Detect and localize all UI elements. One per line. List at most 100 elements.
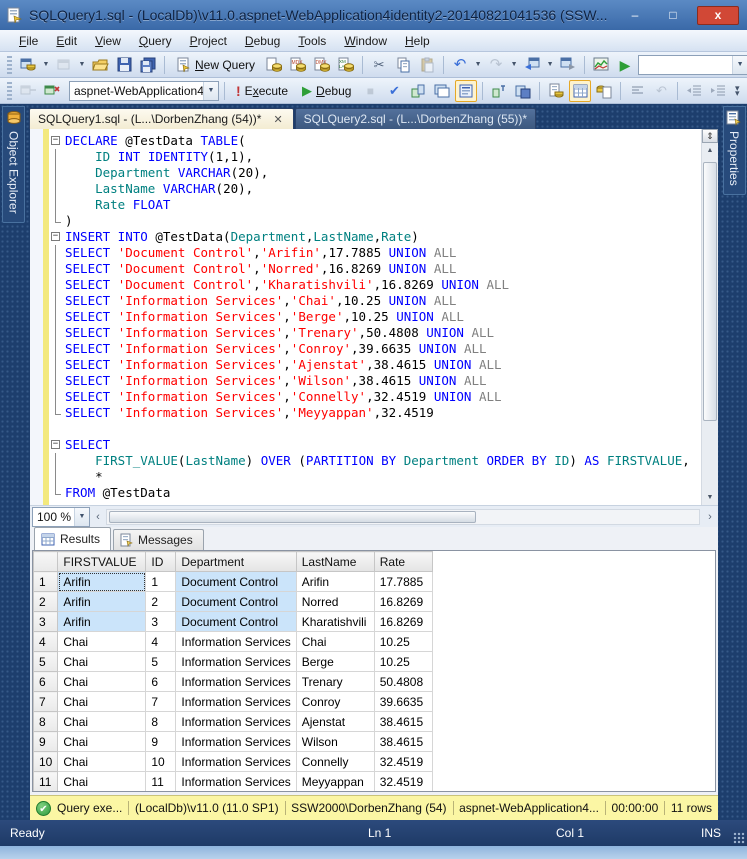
maximize-button[interactable]: □ — [659, 6, 687, 25]
minimize-button[interactable]: – — [621, 6, 649, 25]
table-cell[interactable]: 16.8269 — [374, 612, 432, 632]
table-cell[interactable]: Arifin — [58, 572, 146, 592]
menu-item-tools[interactable]: Tools — [289, 31, 335, 51]
table-cell[interactable]: Information Services — [176, 712, 296, 732]
fold-collapse-icon[interactable]: − — [49, 229, 65, 245]
results-to-grid-icon[interactable] — [569, 80, 591, 102]
row-number[interactable]: 8 — [34, 712, 58, 732]
table-cell[interactable]: 32.4519 — [374, 772, 432, 792]
include-client-statistics-icon[interactable] — [512, 80, 534, 102]
redo-dropdown-icon[interactable]: ▼ — [509, 54, 519, 76]
table-cell[interactable]: 10.25 — [374, 652, 432, 672]
menu-item-query[interactable]: Query — [130, 31, 181, 51]
table-cell[interactable]: Conroy — [296, 692, 374, 712]
menu-item-debug[interactable]: Debug — [236, 31, 289, 51]
table-cell[interactable]: Ajenstat — [296, 712, 374, 732]
table-cell[interactable]: 32.4519 — [374, 752, 432, 772]
table-cell[interactable]: Document Control — [176, 592, 296, 612]
find-combobox[interactable]: ▼ — [638, 55, 747, 75]
document-tab[interactable]: SQLQuery1.sql - (L...\DorbenZhang (54))*… — [29, 108, 294, 129]
properties-tab[interactable]: Properties — [723, 106, 746, 195]
table-cell[interactable]: Chai — [58, 692, 146, 712]
dmx-query-icon[interactable]: DMX — [311, 54, 333, 76]
scroll-up-icon[interactable]: ▲ — [702, 143, 718, 158]
menu-item-project[interactable]: Project — [181, 31, 236, 51]
table-cell[interactable]: 10.25 — [374, 632, 432, 652]
table-cell[interactable]: 50.4808 — [374, 672, 432, 692]
tab-results[interactable]: Results — [34, 527, 111, 550]
hscroll-right-icon[interactable]: › — [702, 509, 718, 525]
table-cell[interactable]: 2 — [146, 592, 176, 612]
row-number[interactable]: 7 — [34, 692, 58, 712]
fold-collapse-icon[interactable]: − — [49, 437, 65, 453]
column-header-department[interactable]: Department — [176, 552, 296, 572]
table-cell[interactable]: 3 — [146, 612, 176, 632]
table-cell[interactable]: 9 — [146, 732, 176, 752]
table-cell[interactable]: 38.4615 — [374, 732, 432, 752]
table-cell[interactable]: Chai — [58, 752, 146, 772]
redo-icon[interactable]: ↷ — [485, 54, 507, 76]
table-cell[interactable]: Arifin — [296, 572, 374, 592]
undo-dropdown-icon[interactable]: ▼ — [473, 54, 483, 76]
undo-icon[interactable]: ↶ — [449, 54, 471, 76]
column-header-rate[interactable]: Rate — [374, 552, 432, 572]
table-cell[interactable]: Chai — [58, 732, 146, 752]
navigate-forward-icon[interactable] — [557, 54, 579, 76]
menu-item-file[interactable]: File — [10, 31, 47, 51]
start-icon[interactable]: ▶ — [614, 54, 636, 76]
database-engine-query-icon[interactable] — [263, 54, 285, 76]
row-number[interactable]: 2 — [34, 592, 58, 612]
zoom-dropdown-icon[interactable]: ▼ — [74, 508, 89, 526]
toolbar-grip[interactable] — [7, 56, 12, 74]
tab-messages[interactable]: Messages — [113, 529, 204, 550]
new-query-button[interactable]: New Query — [170, 55, 261, 75]
table-cell[interactable]: Information Services — [176, 732, 296, 752]
connect-icon[interactable] — [17, 80, 39, 102]
table-cell[interactable]: Trenary — [296, 672, 374, 692]
table-cell[interactable]: 5 — [146, 652, 176, 672]
toolbar-grip[interactable] — [7, 82, 12, 100]
table-cell[interactable]: Information Services — [176, 772, 296, 792]
debug-button[interactable]: ▶ Debug — [296, 82, 357, 100]
scroll-thumb[interactable] — [703, 162, 717, 421]
table-cell[interactable]: Norred — [296, 592, 374, 612]
row-header[interactable] — [34, 552, 58, 572]
menu-item-view[interactable]: View — [86, 31, 130, 51]
table-cell[interactable]: 6 — [146, 672, 176, 692]
database-combobox-dropdown-icon[interactable]: ▼ — [203, 82, 218, 100]
table-cell[interactable]: Connelly — [296, 752, 374, 772]
table-cell[interactable]: Arifin — [58, 592, 146, 612]
table-cell[interactable]: Chai — [296, 632, 374, 652]
table-cell[interactable]: Information Services — [176, 752, 296, 772]
copy-icon[interactable] — [392, 54, 414, 76]
table-cell[interactable]: 1 — [146, 572, 176, 592]
table-cell[interactable]: Chai — [58, 712, 146, 732]
row-number[interactable]: 4 — [34, 632, 58, 652]
new-connection-dropdown-icon[interactable]: ▼ — [41, 54, 51, 76]
table-cell[interactable]: 7 — [146, 692, 176, 712]
save-all-icon[interactable] — [137, 54, 159, 76]
intellisense-enabled-icon[interactable] — [455, 80, 477, 102]
decrease-indent-icon[interactable] — [683, 80, 705, 102]
add-item-icon[interactable] — [53, 54, 75, 76]
scroll-track[interactable] — [702, 158, 718, 490]
query-options-icon[interactable] — [407, 80, 429, 102]
change-connection-icon[interactable] — [41, 80, 63, 102]
column-header-lastname[interactable]: LastName — [296, 552, 374, 572]
row-number[interactable]: 5 — [34, 652, 58, 672]
row-number[interactable]: 3 — [34, 612, 58, 632]
table-cell[interactable]: 11 — [146, 772, 176, 792]
document-tab[interactable]: SQLQuery2.sql - (L...\DorbenZhang (55))* — [295, 108, 536, 129]
new-connection-icon[interactable] — [17, 54, 39, 76]
navigate-dropdown-icon[interactable]: ▼ — [545, 54, 555, 76]
cut-icon[interactable]: ✂ — [368, 54, 390, 76]
table-cell[interactable]: 39.6635 — [374, 692, 432, 712]
save-icon[interactable] — [113, 54, 135, 76]
hscroll-track[interactable] — [106, 509, 700, 525]
results-grid[interactable]: FIRSTVALUEIDDepartmentLastNameRate1Arifi… — [32, 550, 716, 792]
mdx-query-icon[interactable]: MDX — [287, 54, 309, 76]
results-to-file-icon[interactable] — [593, 80, 615, 102]
table-cell[interactable]: Meyyappan — [296, 772, 374, 792]
xmla-query-icon[interactable]: XMLA — [335, 54, 357, 76]
resize-grip[interactable] — [733, 832, 745, 844]
